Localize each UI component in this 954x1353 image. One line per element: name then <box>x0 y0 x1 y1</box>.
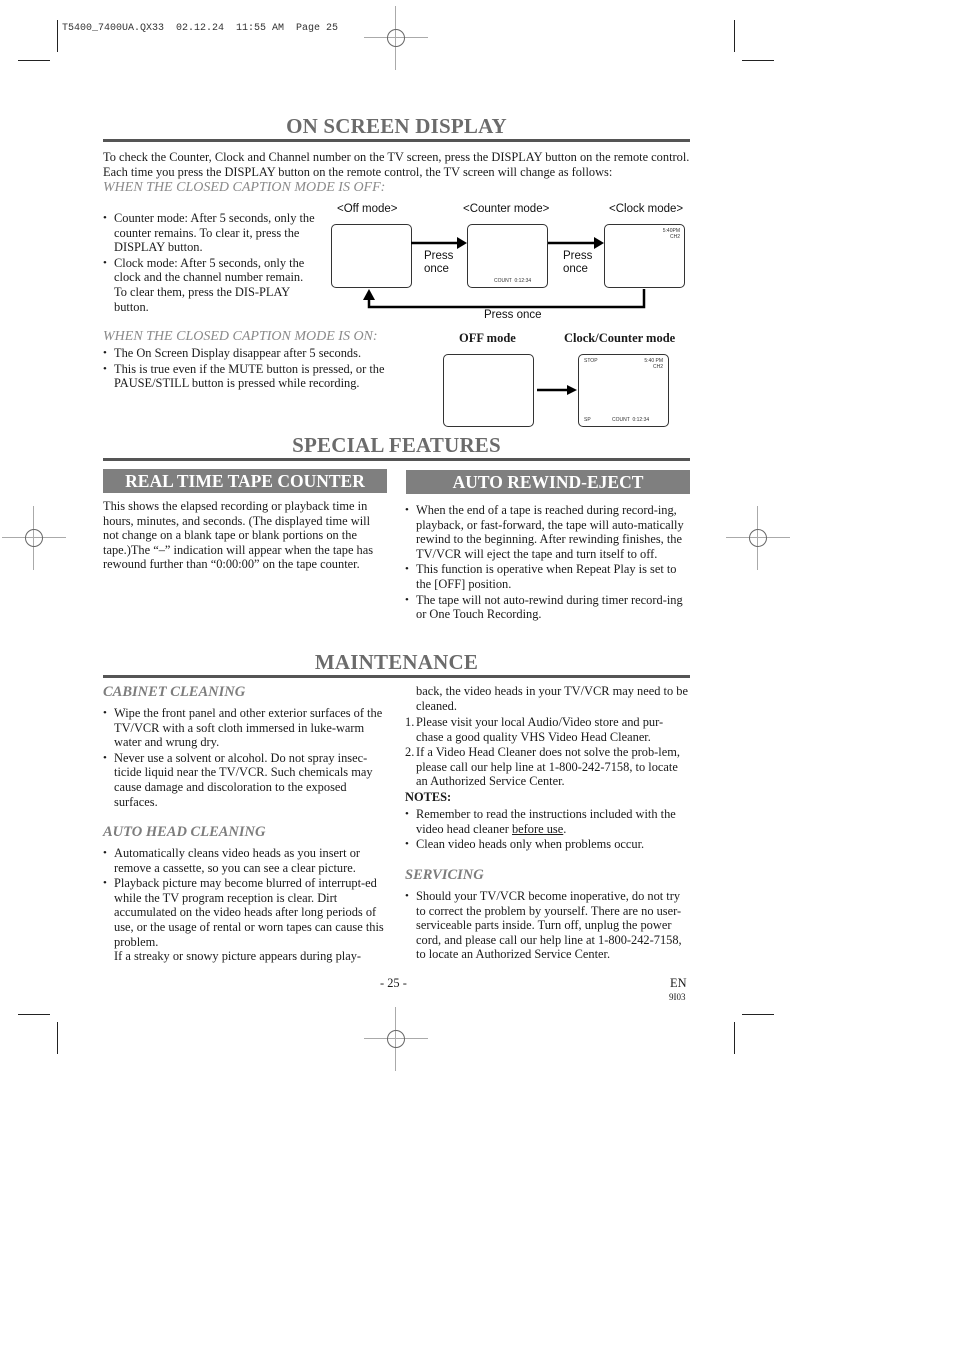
cabinet-cleaning-bullets: Wipe the front panel and other exterior … <box>103 706 387 810</box>
channel-readout: CH2 <box>652 364 663 370</box>
arrow-up-icon <box>363 289 375 300</box>
cc-off-heading: WHEN THE CLOSED CAPTION MODE IS OFF: <box>103 180 386 195</box>
list-item: Should your TV/VCR become inoperative, d… <box>405 889 690 962</box>
crop-mark <box>18 60 50 61</box>
continuation-text: If a streaky or snowy picture appears du… <box>114 949 362 964</box>
list-item: This is true even if the MUTE button is … <box>103 362 413 391</box>
notes-label: NOTES: <box>405 790 452 804</box>
cc-on-bullets: The On Screen Display disappear after 5 … <box>103 346 413 392</box>
language-code: EN <box>670 976 687 990</box>
crop-mark <box>742 1014 774 1015</box>
servicing-bullets: Should your TV/VCR become inoperative, d… <box>405 889 690 963</box>
list-item: Wipe the front panel and other exterior … <box>103 706 387 750</box>
press-once-return-label: Press once <box>484 309 542 321</box>
crop-mark <box>57 1022 58 1054</box>
list-item: The On Screen Display disappear after 5 … <box>103 346 413 361</box>
counter-readout: COUNT 0:12:34 <box>612 417 650 423</box>
list-item: 1. Please visit your local Audio/Video st… <box>405 715 664 744</box>
print-slug: T5400_7400UA.QX33 02.12.24 11:55 AM Page… <box>62 23 339 34</box>
list-item: Never use a solvent or alcohol. Do not s… <box>103 751 387 809</box>
osd-intro: To check the Counter, Clock and Channel … <box>103 150 690 179</box>
registration-mark-icon <box>2 506 66 570</box>
real-time-tape-counter-banner: REAL TIME TAPE COUNTER <box>103 469 387 493</box>
list-item: When the end of a tape is reached during… <box>405 503 690 561</box>
clock-counter-mode-label: Clock/Counter mode <box>564 331 676 345</box>
section-title-on-screen-display: ON SCREEN DISPLAY <box>286 114 507 138</box>
list-item: Clock mode: After 5 seconds, only the cl… <box>103 256 315 314</box>
mode-label-off: <Off mode> <box>337 203 398 215</box>
mode-label-counter: <Counter mode> <box>463 203 550 215</box>
list-item: This function is operative when Repeat P… <box>405 562 690 591</box>
cc-off-bullets: Counter mode: After 5 seconds, only the … <box>103 211 315 315</box>
head-cleaning-steps: 1. Please visit your local Audio/Video st… <box>405 715 690 790</box>
crop-mark <box>18 1014 50 1015</box>
tv-screen-off-mode <box>443 354 534 427</box>
press-once-label: Press once <box>424 250 454 275</box>
mode-label-clock: <Clock mode> <box>609 203 684 215</box>
list-item: Playback picture may become blurred of i… <box>103 876 387 964</box>
arrow-right-icon <box>457 237 467 249</box>
arrow-right-icon <box>537 385 577 395</box>
auto-head-cleaning-heading: AUTO HEAD CLEANING <box>103 824 266 840</box>
list-item: Remember to read the instructions includ… <box>405 807 690 836</box>
crop-mark <box>734 1022 735 1054</box>
list-item: Clean video heads only when problems occ… <box>405 837 690 852</box>
status-readout: STOP <box>584 358 598 364</box>
registration-mark-icon <box>726 506 790 570</box>
servicing-heading: SERVICING <box>405 867 484 883</box>
press-once-label: Press once <box>563 250 593 275</box>
section-title-maintenance: MAINTENANCE <box>314 650 479 674</box>
section-rule <box>103 458 690 461</box>
cc-on-heading: WHEN THE CLOSED CAPTION MODE IS ON: <box>103 329 378 344</box>
page-number: - 25 - <box>380 976 407 990</box>
off-mode-label: OFF mode <box>459 331 516 345</box>
notes-bullets: Remember to read the instructions includ… <box>405 807 690 853</box>
document-code: 9I03 <box>669 992 686 1002</box>
auto-rewind-eject-banner: AUTO REWIND-EJECT <box>406 470 690 494</box>
section-rule <box>103 675 690 678</box>
crop-mark <box>742 60 774 61</box>
crop-mark <box>734 20 735 52</box>
section-rule <box>103 139 690 142</box>
continuation-text: back, the video heads in your TV/VCR may… <box>416 684 688 713</box>
tape-counter-body: This shows the elapsed recording or play… <box>103 499 374 572</box>
registration-mark-icon <box>364 1007 428 1071</box>
crop-mark <box>57 20 58 52</box>
list-item: 2. If a Video Head Cleaner does not solve… <box>405 745 680 789</box>
list-item: Counter mode: After 5 seconds, only the … <box>103 211 315 255</box>
list-item: Automatically cleans video heads as you … <box>103 846 387 875</box>
auto-head-cleaning-bullets: Automatically cleans video heads as you … <box>103 846 387 965</box>
mode-cycle-arrows <box>363 237 646 309</box>
arrow-right-icon <box>594 237 604 249</box>
list-item: The tape will not auto-rewind during tim… <box>405 593 690 622</box>
cabinet-cleaning-heading: CABINET CLEANING <box>103 684 246 700</box>
section-title-special-features: SPECIAL FEATURES <box>292 433 501 457</box>
registration-mark-icon <box>364 6 428 70</box>
auto-rewind-bullets: When the end of a tape is reached during… <box>405 503 690 623</box>
tv-screen-clock-counter-mode: STOP 5:40 PM CH2 SP COUNT 0:12:34 <box>578 354 669 427</box>
speed-readout: SP <box>584 417 591 423</box>
